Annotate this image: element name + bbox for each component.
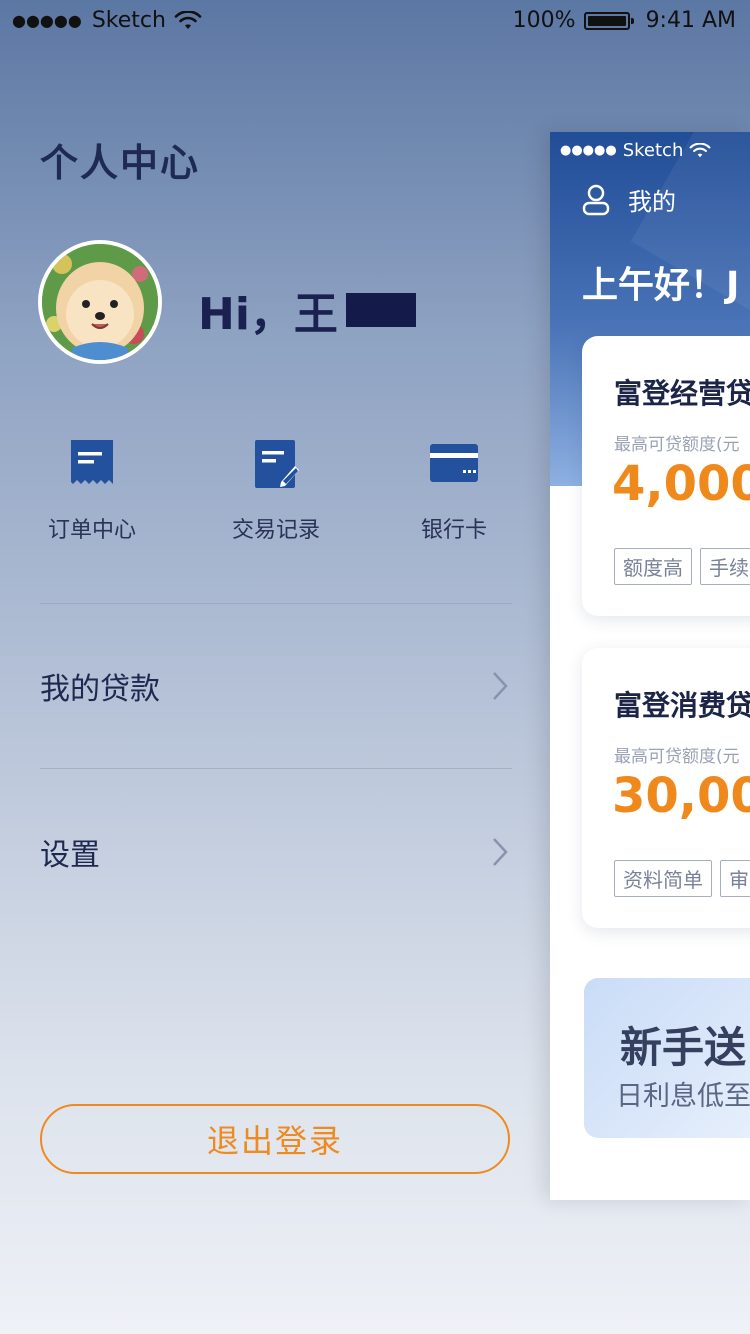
status-right: 100% 9:41 AM — [513, 8, 736, 33]
avatar[interactable] — [38, 240, 162, 364]
loan-tag: 资料简单 — [614, 860, 712, 897]
greeting-text: Hi，王 — [198, 289, 338, 340]
menu-item-my-loans[interactable]: 我的贷款 — [40, 646, 510, 726]
loan-tags: 额度高 手续 — [614, 548, 750, 585]
preview-user-label: 我的 — [628, 188, 676, 216]
user-greeting: Hi，王 — [198, 278, 416, 342]
loan-tags: 资料简单 审 — [614, 860, 750, 897]
loan-amount: 4,000, — [612, 456, 750, 512]
preview-greeting: 上午好！J — [582, 265, 740, 306]
order-icon — [71, 440, 113, 484]
menu-item-settings[interactable]: 设置 — [40, 812, 510, 892]
divider — [40, 768, 512, 769]
chevron-right-icon — [493, 838, 508, 866]
loan-amount: 30,000 — [612, 768, 750, 824]
wifi-icon — [689, 142, 711, 157]
loan-limit-label: 最高可贷额度(元 — [614, 747, 740, 767]
home-screen-preview[interactable]: ●●●●● Sketch 我的 上午好！J 富登经营贷 最高可贷额度(元 4,0… — [550, 132, 750, 1200]
shortcut-bank-card[interactable]: 银行卡 — [384, 440, 524, 544]
loan-card-business[interactable]: 富登经营贷 最高可贷额度(元 4,000, 额度高 手续 — [582, 336, 750, 616]
menu-item-label: 设置 — [40, 838, 100, 873]
logout-button[interactable]: 退出登录 — [40, 1104, 510, 1174]
user-icon — [582, 184, 610, 215]
menu-item-label: 我的贷款 — [40, 672, 160, 707]
battery-percent: 100% — [512, 8, 576, 33]
preview-status-bar: ●●●●● Sketch — [560, 140, 711, 161]
battery-icon — [583, 11, 634, 30]
shortcut-label: 交易记录 — [231, 518, 320, 543]
shortcut-order-center[interactable]: 订单中心 — [22, 440, 162, 544]
shortcut-label: 订单中心 — [47, 518, 136, 543]
bank-card-icon — [430, 444, 478, 482]
promo-subtitle: 日利息低至 — [616, 1081, 750, 1112]
loan-tag: 审 — [720, 860, 750, 897]
promo-title: 新手送 — [620, 1023, 747, 1072]
signal-dots: ●●●●● — [560, 143, 617, 158]
transaction-record-icon — [255, 440, 299, 488]
loan-card-title: 富登消费贷 — [614, 689, 750, 722]
carrier-name: Sketch — [622, 140, 684, 161]
status-bar: ●●●●● Sketch 100% 9:41 AM — [0, 0, 750, 44]
loan-tag: 手续 — [700, 548, 750, 585]
divider — [40, 603, 512, 604]
loan-tag: 额度高 — [614, 548, 692, 585]
wifi-icon — [174, 10, 202, 29]
signal-dots: ●●●●● — [12, 11, 82, 30]
shortcut-label: 银行卡 — [420, 518, 487, 543]
status-left: ●●●●● Sketch — [12, 8, 202, 33]
carrier-name: Sketch — [91, 8, 166, 33]
page-title: 个人中心 — [40, 141, 201, 185]
loan-card-consumer[interactable]: 富登消费贷 最高可贷额度(元 30,000 资料简单 审 — [582, 648, 750, 928]
loan-card-title: 富登经营贷 — [614, 377, 750, 410]
promo-banner[interactable]: 新手送 日利息低至 — [584, 978, 750, 1138]
preview-my-account[interactable]: 我的 — [582, 182, 676, 217]
shortcut-transaction-record[interactable]: 交易记录 — [206, 440, 346, 544]
loan-limit-label: 最高可贷额度(元 — [614, 435, 740, 455]
clock: 9:41 AM — [645, 8, 736, 33]
dog-avatar-image — [42, 244, 158, 360]
redacted-name — [345, 293, 416, 327]
chevron-right-icon — [493, 672, 508, 700]
